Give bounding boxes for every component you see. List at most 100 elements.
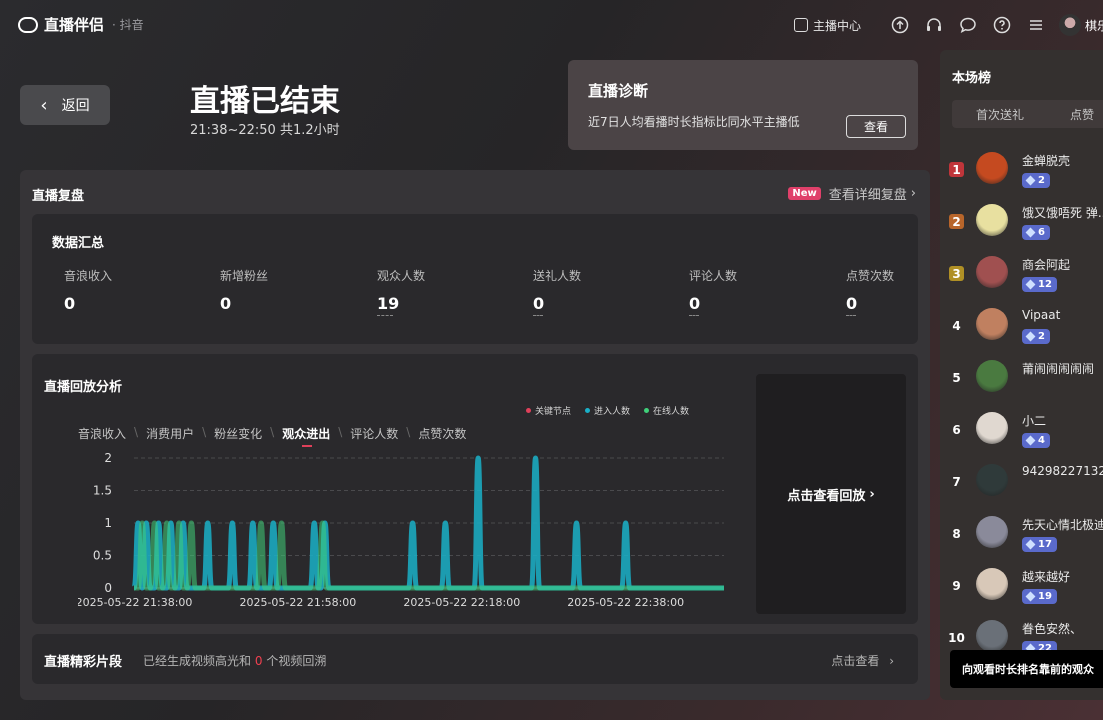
- rank-item[interactable]: 5 莆闹闹闹闹闹: [940, 342, 1103, 394]
- diagnosis-view-button[interactable]: 查看: [846, 115, 906, 138]
- rank-user-name: 金蝉脱壳: [1022, 154, 1071, 168]
- avatar[interactable]: [976, 308, 1008, 340]
- avatar[interactable]: [976, 568, 1008, 600]
- tab-viewer-flow[interactable]: 观众进出: [282, 425, 330, 447]
- chevron-right-icon: ›: [869, 486, 875, 502]
- highlights-text: 已经生成视频高光和 0 个视频回溯: [143, 654, 327, 668]
- detail-review-link[interactable]: New 查看详细复盘 ›: [788, 184, 916, 203]
- highlights-card: 直播精彩片段 已经生成视频高光和 0 个视频回溯 点击查看 ›: [32, 634, 918, 684]
- avatar[interactable]: [976, 516, 1008, 548]
- x-tick-label: 2025-05-22 21:38:00: [78, 596, 192, 609]
- headset-icon[interactable]: [925, 16, 943, 34]
- rank-item[interactable]: 3 商会阿起 12: [940, 238, 1103, 292]
- legend-enter: 进入人数: [585, 404, 630, 417]
- highlights-view-link[interactable]: 点击查看 ›: [831, 652, 894, 669]
- tab-likes[interactable]: 点赞次数: [418, 425, 466, 442]
- user-avatar[interactable]: [1059, 14, 1081, 36]
- rank-number: 6: [952, 422, 961, 437]
- app-name: 直播伴侣: [44, 16, 105, 34]
- rank-item[interactable]: 6 小二 4: [940, 394, 1103, 448]
- metric-underline: [846, 315, 856, 316]
- diamond-icon: [1025, 331, 1036, 342]
- tab-comments[interactable]: 评论人数: [350, 425, 398, 442]
- app-logo: 直播伴侣 · 抖音: [18, 14, 144, 35]
- avatar[interactable]: [976, 620, 1008, 652]
- chart-legend: 关键节点 进入人数 在线人数: [526, 404, 703, 417]
- top-bar: 直播伴侣 · 抖音 主播中心 棋乐: [0, 0, 1103, 50]
- avatar[interactable]: [976, 360, 1008, 392]
- help-icon[interactable]: [993, 16, 1011, 34]
- diamond-icon: [1025, 435, 1036, 446]
- rank-user-name: 小二: [1022, 414, 1047, 428]
- rank-user-name: 眷色安然、: [1022, 622, 1083, 636]
- page-title: 直播已结束: [190, 84, 340, 119]
- rank-number: 1: [949, 162, 964, 177]
- rank-number: 7: [952, 474, 961, 489]
- chart-icon: [793, 18, 808, 32]
- metric-underline: [689, 315, 699, 316]
- rank-user-name: Vipaat: [1022, 308, 1061, 322]
- message-icon[interactable]: [959, 16, 977, 34]
- diamond-icon: [1025, 175, 1036, 186]
- analysis-tabs: 音浪收入 \ 消费用户 \ 粉丝变化 \ 观众进出 \ 评论人数 \ 点赞次数: [78, 425, 467, 447]
- avatar[interactable]: [976, 152, 1008, 184]
- tab-first-gift[interactable]: 首次送礼: [976, 106, 1024, 123]
- rank-user-name: 饿又饿唔死 弹...: [1022, 206, 1103, 220]
- rank-item[interactable]: 9 越来越好 19: [940, 550, 1103, 604]
- rank-item[interactable]: 7 94298227132: [940, 446, 1103, 498]
- rank-number: 3: [949, 266, 964, 281]
- rank-item[interactable]: 8 先天心情北极迪 17: [940, 498, 1103, 552]
- back-button[interactable]: ‹ 返回: [20, 85, 110, 125]
- live-duration: 21:38~22:50 共1.2小时: [190, 123, 340, 138]
- diagnosis-title: 直播诊断: [588, 82, 649, 100]
- new-badge: New: [788, 187, 821, 200]
- rank-number: 8: [952, 526, 961, 541]
- avatar[interactable]: [976, 412, 1008, 444]
- rank-number: 4: [952, 318, 961, 333]
- ranking-title: 本场榜: [952, 71, 992, 86]
- rank-user-name: 越来越好: [1022, 570, 1071, 584]
- diamond-icon: [1025, 279, 1036, 290]
- highlights-title: 直播精彩片段: [44, 655, 123, 670]
- metric-underline: [377, 315, 393, 316]
- rank-item[interactable]: 4 Vipaat 2: [940, 290, 1103, 344]
- chevron-right-icon: ›: [910, 186, 916, 201]
- platform-name: · 抖音: [112, 18, 144, 32]
- tab-fans[interactable]: 粉丝变化: [214, 425, 262, 442]
- rank-item[interactable]: 2 饿又饿唔死 弹... 6: [940, 186, 1103, 240]
- chevron-right-icon: ›: [889, 654, 894, 668]
- rank-user-name: 先天心情北极迪: [1022, 518, 1103, 532]
- logo-icon: [18, 16, 38, 33]
- y-tick-label: 2: [104, 451, 112, 465]
- ranking-list: 1 金蝉脱壳 2 2 饿又饿唔死 弹... 6 3 商会阿起 12 4 Vipaat 2 5 莆闹闹闹闹闹…: [940, 134, 1103, 656]
- rank-number: 2: [949, 214, 964, 229]
- upload-icon[interactable]: [891, 16, 909, 34]
- tab-consumers[interactable]: 消费用户: [146, 425, 194, 442]
- metric-new-fans: 新增粉丝 0: [220, 269, 269, 313]
- legend-key-node: 关键节点: [526, 404, 571, 417]
- metric-underline: [533, 315, 543, 316]
- menu-icon[interactable]: [1027, 16, 1045, 34]
- avatar[interactable]: [976, 256, 1008, 288]
- anchor-center-link[interactable]: 主播中心: [793, 17, 861, 34]
- viewer-flow-chart: 0 0.5 1 1.5 2 2025-05-22 21:38:00 2025-05-22 2…: [78, 451, 724, 609]
- rank-number: 5: [952, 370, 961, 385]
- tab-revenue[interactable]: 音浪收入: [78, 425, 126, 442]
- tooltip: 向观看时长排名靠前的观众: [950, 650, 1103, 688]
- tab-likes-rank[interactable]: 点赞: [1070, 106, 1094, 123]
- avatar[interactable]: [976, 464, 1008, 496]
- replay-button[interactable]: 点击查看回放 ›: [756, 374, 906, 614]
- rank-user-name: 莆闹闹闹闹闹: [1022, 362, 1095, 376]
- metric-commenters: 评论人数 0: [689, 267, 829, 316]
- diamond-icon: [1025, 539, 1036, 550]
- metric-viewers: 观众人数 19: [377, 267, 517, 316]
- rank-item[interactable]: 1 金蝉脱壳 2: [940, 134, 1103, 188]
- user-name[interactable]: 棋乐: [1085, 17, 1103, 34]
- analysis-title: 直播回放分析: [44, 380, 123, 395]
- x-tick-label: 2025-05-22 22:18:00: [403, 596, 520, 609]
- rank-user-name: 94298227132: [1022, 464, 1103, 478]
- rank-item[interactable]: 10 眷色安然、 22: [940, 602, 1103, 656]
- avatar[interactable]: [976, 204, 1008, 236]
- diagnosis-card: 直播诊断 近7日人均看播时长指标比同水平主播低 查看: [568, 60, 918, 150]
- y-tick-label: 1: [104, 516, 112, 530]
